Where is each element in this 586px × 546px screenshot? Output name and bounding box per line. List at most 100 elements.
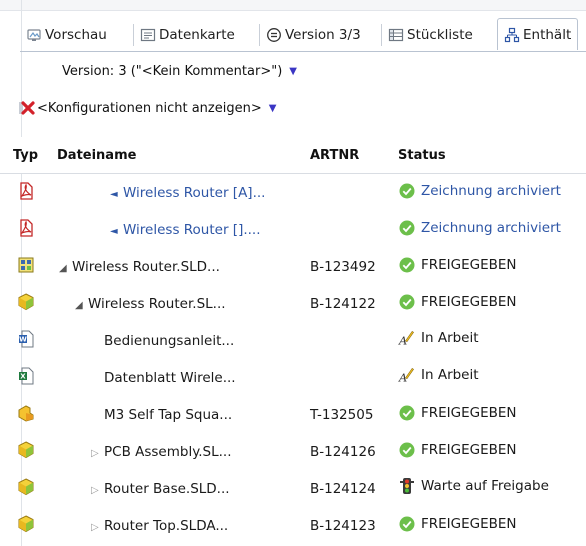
tab-enthaelt[interactable]: Enthält — [497, 18, 579, 50]
column-header-typ[interactable]: Typ — [0, 137, 51, 174]
file-name[interactable]: PCB Assembly.SL... — [104, 444, 232, 460]
tree-expanded-icon[interactable]: ◢ — [75, 300, 88, 311]
table-row[interactable]: ▷ Router Base.SLD... B-124124 Warte auf F… — [0, 470, 586, 507]
excel-document-icon: X — [18, 367, 34, 389]
artnr-cell — [302, 322, 392, 359]
check-circle-icon — [398, 182, 415, 199]
assembly-icon — [17, 477, 35, 500]
tree-collapse-icon[interactable]: ◄ — [110, 189, 123, 200]
column-header-status[interactable]: Status — [392, 137, 586, 174]
file-name[interactable]: Router Base.SLD... — [104, 481, 230, 497]
status-text: FREIGEGEBEN — [421, 441, 517, 458]
check-circle-icon — [398, 256, 415, 273]
tab-label: Datenkarte — [159, 27, 235, 43]
tab-label: Vorschau — [45, 27, 107, 43]
file-name[interactable]: Wireless Router [].... — [123, 222, 261, 238]
part-icon — [17, 404, 35, 426]
file-name[interactable]: Router Top.SLDA... — [104, 518, 228, 534]
tab-datenkarte[interactable]: Datenkarte — [139, 20, 235, 50]
table-row[interactable]: ◄ Wireless Router [].... Zeichnung archiv… — [0, 211, 586, 248]
artnr-cell: B-124126 — [310, 443, 376, 460]
svg-text:W: W — [19, 335, 27, 343]
check-circle-icon — [398, 404, 415, 421]
column-header-artnr[interactable]: ARTNR — [302, 137, 392, 174]
pdf-icon — [18, 218, 34, 241]
status-text: Zeichnung archiviert — [421, 182, 561, 199]
check-circle-icon — [398, 293, 415, 310]
bom-icon — [387, 27, 404, 44]
check-circle-icon — [398, 441, 415, 458]
tab-label: Enthält — [523, 26, 572, 43]
tree-expanded-icon[interactable]: ◢ — [59, 263, 72, 274]
file-name[interactable]: Datenblatt Wirele... — [104, 370, 236, 386]
hide-configurations-icon — [18, 99, 36, 117]
tab-vorschau[interactable]: Vorschau — [25, 20, 107, 50]
configuration-dropdown[interactable]: <Konfigurationen nicht anzeigen> ▼ — [37, 101, 276, 116]
pdf-icon — [18, 181, 34, 204]
artnr-cell: B-123492 — [310, 258, 376, 275]
table-row[interactable]: M3 Self Tap Squa... T-132505 FREIGEGEBEN — [0, 396, 586, 433]
artnr-cell: B-124123 — [310, 517, 376, 534]
tree-collapse-icon[interactable]: ◄ — [110, 226, 123, 237]
table-row[interactable]: ▷ PCB Assembly.SL... B-124126 FREIGEGEBEN — [0, 433, 586, 470]
version-icon — [265, 27, 282, 44]
tree-expand-icon[interactable]: ▷ — [91, 522, 104, 533]
artnr-cell: B-124124 — [310, 480, 376, 497]
assembly-icon — [17, 514, 35, 537]
version-dropdown[interactable]: Version: 3 ("<Kein Kommentar>") ▼ — [62, 64, 297, 79]
tab-separator — [259, 24, 260, 46]
table-row[interactable]: ◢ Wireless Router.SLD... B-123492 FREIGEG… — [0, 248, 586, 285]
artnr-cell: T-132505 — [310, 406, 374, 423]
table-row[interactable]: W Bedienungsanleit... A In Arbeit — [0, 322, 586, 359]
status-text: FREIGEGEBEN — [421, 256, 517, 273]
file-name[interactable]: Wireless Router.SL... — [88, 296, 226, 312]
contains-icon — [503, 26, 520, 43]
artnr-cell: B-124122 — [310, 295, 376, 312]
edit-pen-icon: A — [398, 330, 415, 347]
tab-divider — [20, 51, 586, 52]
assembly-icon — [17, 292, 35, 315]
status-text: Zeichnung archiviert — [421, 219, 561, 236]
tree-expand-icon[interactable]: ▷ — [91, 448, 104, 459]
tab-stueckliste[interactable]: Stückliste — [387, 20, 473, 50]
file-name[interactable]: Wireless Router [A]... — [123, 185, 265, 201]
table-row[interactable]: ◄ Wireless Router [A]... Zeichnung archiv… — [0, 174, 586, 212]
status-text: FREIGEGEBEN — [421, 404, 517, 421]
file-name[interactable]: Bedienungsanleit... — [104, 333, 234, 349]
tree-expand-icon[interactable]: ▷ — [91, 485, 104, 496]
tab-separator — [381, 24, 382, 46]
file-name[interactable]: M3 Self Tap Squa... — [104, 407, 232, 423]
status-text: Warte auf Freigabe — [421, 478, 549, 495]
status-text: In Arbeit — [421, 330, 479, 347]
configuration-label: <Konfigurationen nicht anzeigen> — [37, 101, 262, 116]
status-text: FREIGEGEBEN — [421, 293, 517, 310]
tab-label: Version 3/3 — [285, 27, 361, 43]
check-circle-icon — [398, 515, 415, 532]
table-row[interactable]: ▷ Router Top.SLDA... B-124123 FREIGEGEBEN — [0, 507, 586, 544]
table-row[interactable]: X Datenblatt Wirele... A In Arbeit — [0, 359, 586, 396]
column-header-dateiname[interactable]: Dateiname — [51, 137, 302, 174]
datacard-icon — [139, 27, 156, 44]
version-label: Version: 3 ("<Kein Kommentar>") — [62, 64, 283, 79]
tab-bar: Vorschau Datenkarte Version 3/3 Stücklis… — [0, 18, 586, 50]
artnr-cell — [302, 174, 392, 212]
word-document-icon: W — [18, 330, 34, 352]
artnr-cell — [302, 359, 392, 396]
contains-table: Typ Dateiname ARTNR Status ◄ Wireless Rou… — [0, 137, 586, 544]
table-row[interactable]: ◢ Wireless Router.SL... B-124122 FREIGEGE… — [0, 285, 586, 322]
tab-label: Stückliste — [407, 27, 473, 43]
status-text: FREIGEGEBEN — [421, 515, 517, 532]
preview-icon — [25, 27, 42, 44]
artnr-cell — [302, 211, 392, 248]
tab-version[interactable]: Version 3/3 — [265, 20, 361, 50]
chevron-down-icon: ▼ — [289, 66, 297, 77]
check-circle-icon — [398, 219, 415, 236]
drawing-icon — [18, 257, 34, 277]
edit-pen-icon: A — [398, 367, 415, 384]
chevron-down-icon: ▼ — [268, 103, 277, 114]
tab-separator — [133, 24, 134, 46]
file-name[interactable]: Wireless Router.SLD... — [72, 259, 220, 275]
traffic-light-icon — [398, 478, 415, 495]
status-text: In Arbeit — [421, 367, 479, 384]
top-toolbar-strip — [0, 0, 586, 11]
